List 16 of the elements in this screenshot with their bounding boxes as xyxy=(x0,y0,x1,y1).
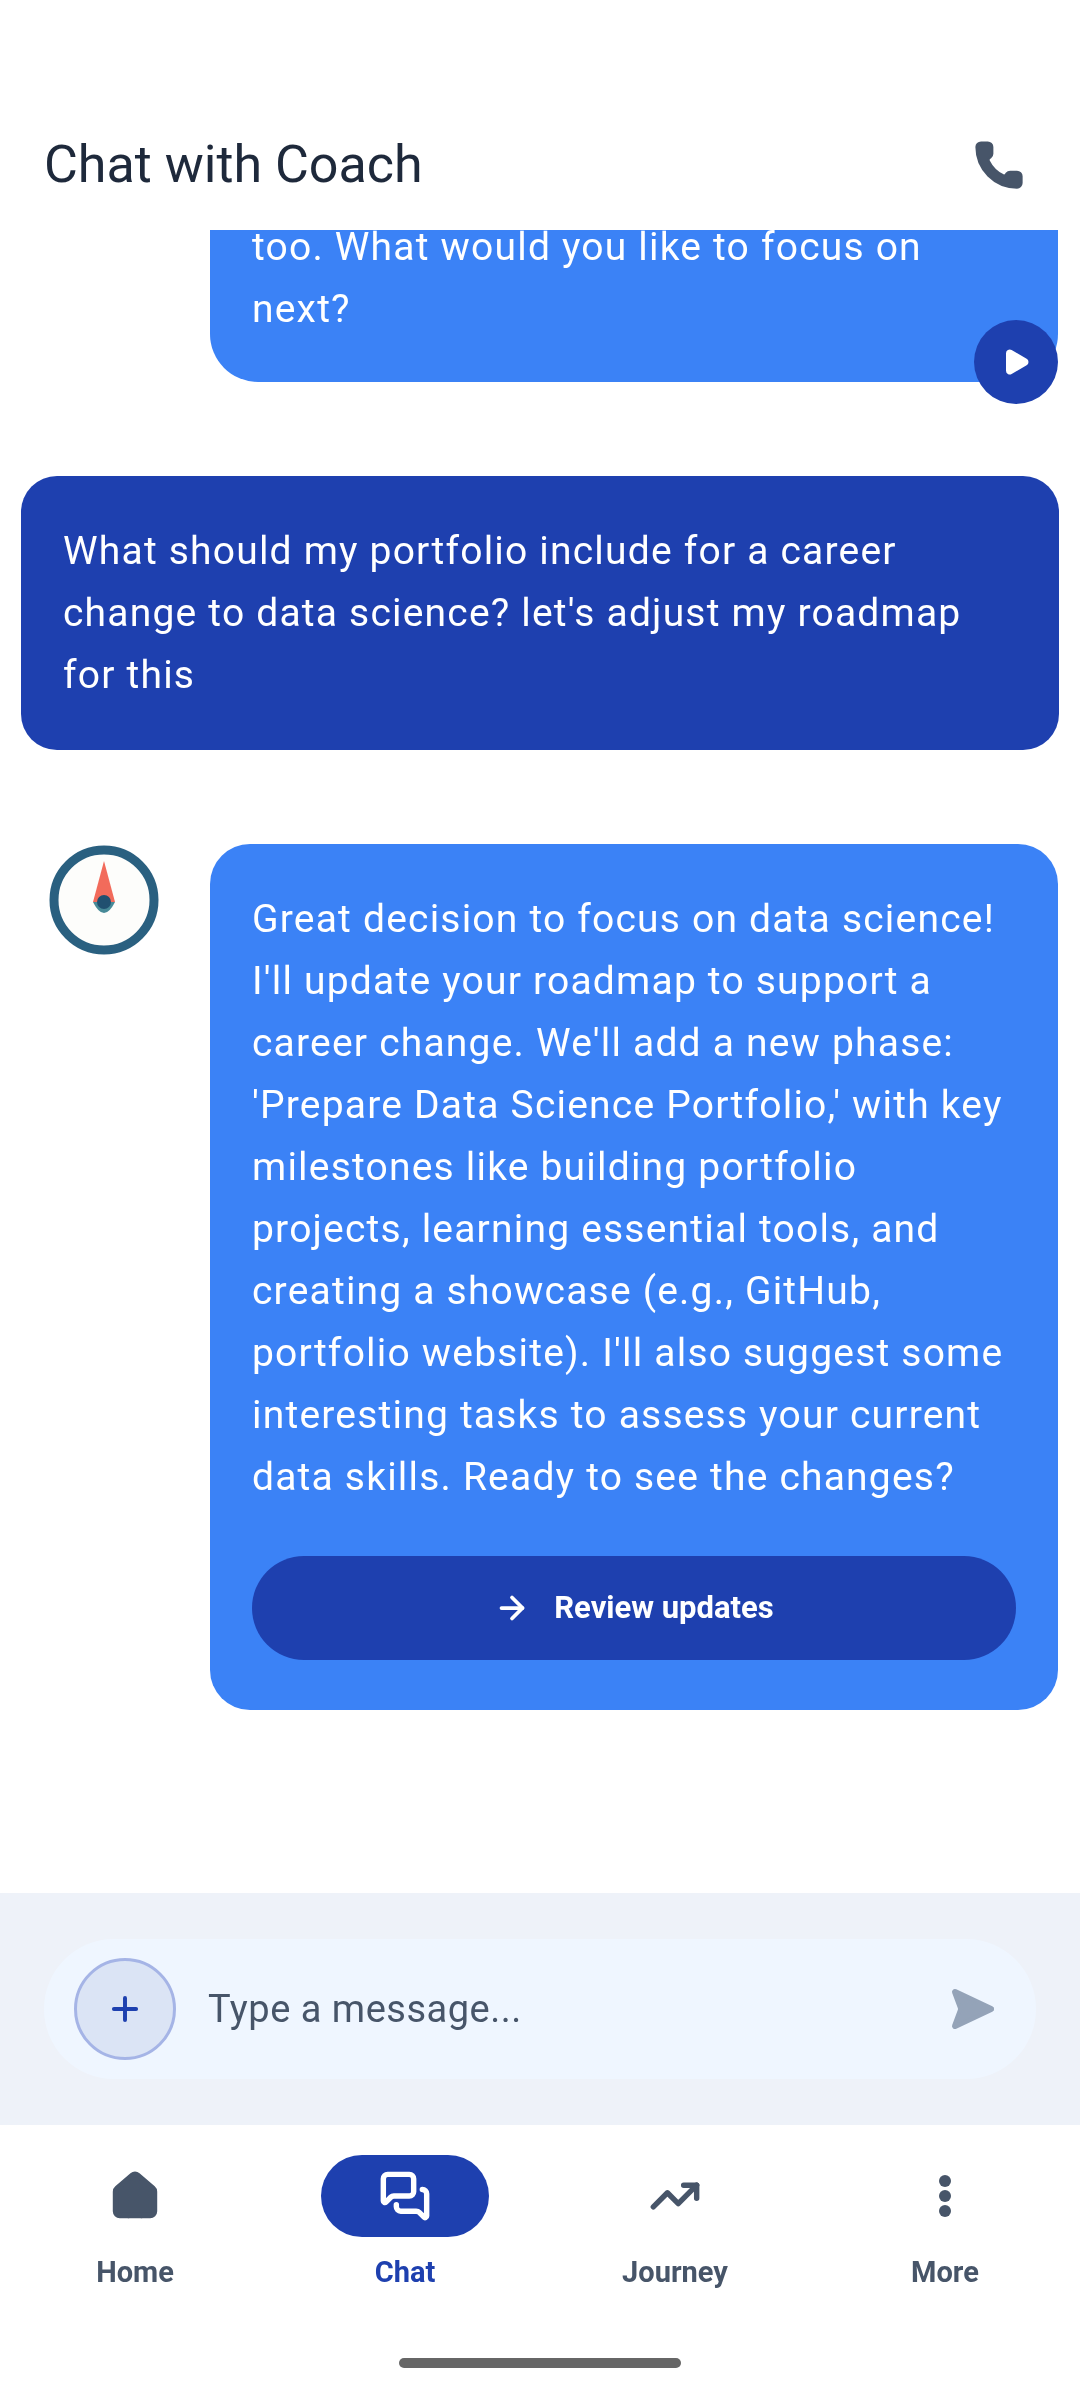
composer-bar[interactable]: Type a message... xyxy=(44,1939,1036,2079)
screen-title: Chat with Coach xyxy=(44,133,423,197)
chat-bubbles-icon xyxy=(379,2170,431,2222)
phone-icon[interactable] xyxy=(972,138,1026,192)
message-text: Great decision to focus on data science! I'll update your roadmap to support a career change. We'll add a new phase: 'Prepare Data Science Portfolio,' with key milestones like building portfolio projects, learning essential tools, and creating a showcase (e.g., GitHub, portfolio website). I'll also suggest some interesting tasks to assess your current data skills. Ready to see the changes? xyxy=(252,895,1005,1502)
nav-tab[interactable]: Journey xyxy=(540,2155,810,2295)
nav-tab[interactable]: Home xyxy=(0,2155,270,2295)
message-input-field[interactable]: Type a message... xyxy=(208,1980,916,2038)
message-text: next? xyxy=(252,285,352,334)
compass-avatar-icon xyxy=(48,844,160,956)
message-text: What should my portfolio include for a career change to data science? let's adjust my roadmap for this xyxy=(63,527,963,700)
message-text: too. What would you like to focus on xyxy=(252,230,923,272)
nav-tab[interactable]: Chat xyxy=(270,2155,540,2295)
review-updates-button[interactable]: Review updates xyxy=(252,1556,1016,1660)
nav-tab[interactable]: More xyxy=(810,2155,1080,2295)
more-icon xyxy=(938,2174,952,2218)
